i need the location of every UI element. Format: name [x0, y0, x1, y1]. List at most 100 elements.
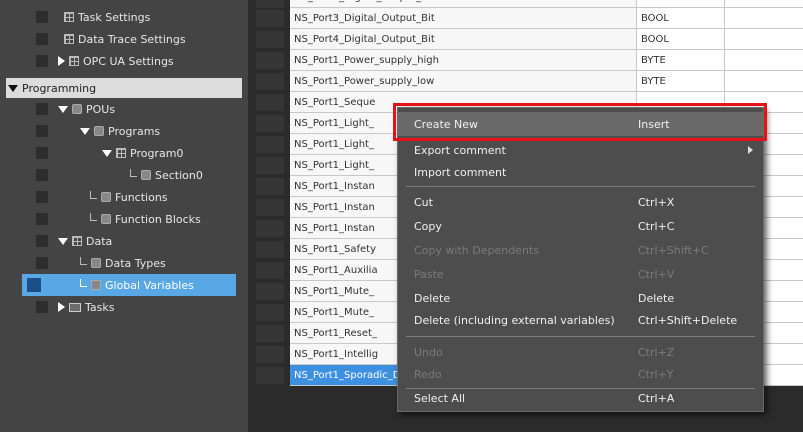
menu-item-select-all[interactable]: Select All Ctrl+A: [398, 386, 763, 410]
row-header[interactable]: [256, 136, 284, 153]
collapse-arrow-icon[interactable]: [58, 237, 68, 245]
tree-item-label: Function Blocks: [115, 212, 201, 226]
row-header[interactable]: [256, 367, 284, 384]
tree-item-label: Tasks: [85, 300, 115, 314]
data-type-cell[interactable]: BOOL: [636, 29, 724, 50]
menu-item-delete-including-external[interactable]: Delete (including external variables) Ct…: [398, 308, 763, 332]
menu-item-undo[interactable]: Undo Ctrl+Z: [398, 340, 763, 364]
table-row[interactable]: NS_Port1_Power_supply_high BYTE: [248, 50, 803, 71]
menu-item-delete[interactable]: Delete Delete: [398, 286, 763, 310]
variable-name-cell[interactable]: NS_Port3_Digital_Output_Bit: [290, 0, 636, 8]
tree-item-pous[interactable]: POUs: [0, 98, 248, 120]
row-header[interactable]: [256, 220, 284, 237]
table-row[interactable]: NS_Port3_Digital_Output_Bit BOOL: [248, 8, 803, 29]
tree-branch-line: [90, 191, 97, 199]
tree-item-data-trace-settings[interactable]: Data Trace Settings: [0, 28, 248, 50]
variable-name-cell[interactable]: NS_Port3_Digital_Output_Bit: [290, 8, 636, 29]
tree-item-label: Data Types: [105, 256, 166, 270]
value-cell[interactable]: [724, 50, 803, 71]
variable-name-cell[interactable]: NS_Port1_Power_supply_high: [290, 50, 636, 71]
tree-item-label: Program0: [130, 146, 184, 160]
menu-item-label: Delete: [414, 291, 451, 305]
row-header[interactable]: [256, 31, 284, 48]
row-header[interactable]: [256, 178, 284, 195]
value-cell[interactable]: [724, 0, 803, 8]
menu-item-copy[interactable]: Copy Ctrl+C: [398, 214, 763, 238]
row-header[interactable]: [256, 325, 284, 342]
tree-item-label: Programs: [108, 124, 161, 138]
row-header[interactable]: [256, 94, 284, 111]
menu-item-label: Export comment: [414, 143, 506, 157]
data-type-cell[interactable]: BYTE: [636, 50, 724, 71]
row-header[interactable]: [256, 73, 284, 90]
variable-name-cell[interactable]: NS_Port4_Digital_Output_Bit: [290, 29, 636, 50]
tree-branch-line: [80, 257, 87, 265]
row-header[interactable]: [256, 199, 284, 216]
menu-item-create-new[interactable]: Create New Insert: [398, 112, 763, 136]
row-marker: [36, 125, 48, 137]
data-type-cell[interactable]: BYTE: [636, 71, 724, 92]
tree-item-label: Section0: [155, 168, 203, 182]
tree-item-data[interactable]: Data: [0, 230, 248, 252]
row-header[interactable]: [256, 346, 284, 363]
data-icon: [72, 236, 82, 246]
tree-section-programming[interactable]: Programming: [6, 78, 242, 98]
tree-item-label: Data: [86, 234, 113, 248]
row-header[interactable]: [256, 241, 284, 258]
row-header[interactable]: [256, 157, 284, 174]
expand-arrow-icon[interactable]: [58, 56, 65, 66]
tree-item-opc-ua-settings[interactable]: OPC UA Settings: [0, 50, 248, 72]
table-row[interactable]: NS_Port4_Digital_Output_Bit BOOL: [248, 29, 803, 50]
tree-item-tasks[interactable]: Tasks: [0, 296, 248, 318]
table-row[interactable]: NS_Port1_Power_supply_low BYTE: [248, 71, 803, 92]
tree-item-global-variables[interactable]: Global Variables: [22, 274, 236, 296]
menu-item-label: Create New: [414, 117, 479, 131]
menu-item-copy-with-dependents[interactable]: Copy with Dependents Ctrl+Shift+C: [398, 238, 763, 262]
tree-branch-line: [130, 169, 137, 177]
folder-icon: [69, 302, 81, 312]
collapse-arrow-icon[interactable]: [8, 84, 18, 92]
row-marker: [36, 301, 48, 313]
menu-item-cut[interactable]: Cut Ctrl+X: [398, 190, 763, 214]
tree-item-program0[interactable]: Program0: [0, 142, 248, 164]
row-header[interactable]: [256, 262, 284, 279]
tree-item-function-blocks[interactable]: Function Blocks: [0, 208, 248, 230]
row-header[interactable]: [256, 0, 284, 8]
row-header[interactable]: [256, 283, 284, 300]
row-marker: [27, 278, 41, 292]
row-header[interactable]: [256, 115, 284, 132]
grid-icon: [64, 12, 74, 22]
row-header[interactable]: [256, 52, 284, 69]
tree-item-functions[interactable]: Functions: [0, 186, 248, 208]
row-marker: [36, 213, 48, 225]
menu-item-import-comment[interactable]: Import comment: [398, 160, 763, 184]
menu-item-export-comment[interactable]: Export comment: [398, 138, 763, 162]
menu-item-shortcut: Ctrl+Z: [638, 345, 675, 359]
table-row[interactable]: NS_Port3_Digital_Output_Bit BOOL: [248, 0, 803, 8]
tree-item-label: OPC UA Settings: [83, 54, 174, 68]
row-marker: [36, 103, 48, 115]
menu-separator: [406, 336, 755, 337]
row-header[interactable]: [256, 10, 284, 27]
menu-item-paste[interactable]: Paste Ctrl+V: [398, 262, 763, 286]
collapse-arrow-icon[interactable]: [58, 105, 68, 113]
data-type-cell[interactable]: BOOL: [636, 8, 724, 29]
expand-arrow-icon[interactable]: [58, 302, 65, 312]
tree-item-section0[interactable]: Section0: [0, 164, 248, 186]
collapse-arrow-icon[interactable]: [102, 149, 112, 157]
tree-item-task-settings[interactable]: Task Settings: [0, 6, 248, 28]
menu-item-redo[interactable]: Redo Ctrl+Y: [398, 362, 763, 386]
tree-item-data-types[interactable]: Data Types: [0, 252, 248, 274]
programs-icon: [94, 126, 104, 136]
value-cell[interactable]: [724, 29, 803, 50]
value-cell[interactable]: [724, 71, 803, 92]
tree-item-programs[interactable]: Programs: [0, 120, 248, 142]
row-header[interactable]: [256, 304, 284, 321]
value-cell[interactable]: [724, 8, 803, 29]
row-marker: [36, 257, 48, 269]
data-type-cell[interactable]: BOOL: [636, 0, 724, 8]
collapse-arrow-icon[interactable]: [80, 127, 90, 135]
global-variables-icon: [91, 280, 101, 290]
variable-name-cell[interactable]: NS_Port1_Power_supply_low: [290, 71, 636, 92]
section-icon: [141, 170, 151, 180]
